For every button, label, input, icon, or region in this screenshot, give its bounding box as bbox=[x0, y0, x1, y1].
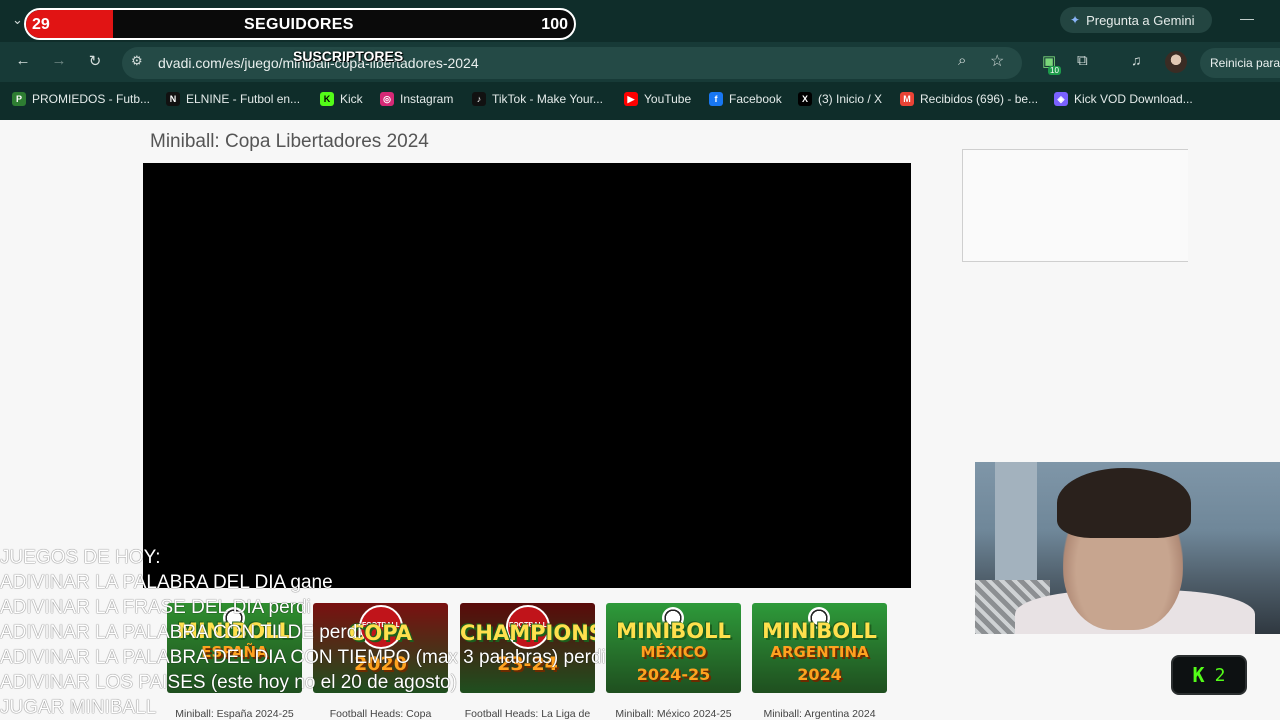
youtube-icon: ▶ bbox=[624, 92, 638, 106]
bookmark-instagram[interactable]: ◎ Instagram bbox=[380, 92, 453, 106]
media-control-icon[interactable]: ♫ bbox=[1131, 52, 1142, 68]
instagram-icon: ◎ bbox=[380, 92, 394, 106]
games-list-item: JUGAR MINIBALL bbox=[0, 697, 157, 718]
bookmark-label: (3) Inicio / X bbox=[818, 92, 883, 106]
profile-avatar[interactable] bbox=[1165, 51, 1187, 73]
bookmark-x[interactable]: X (3) Inicio / X bbox=[798, 92, 882, 106]
webcam-feed bbox=[975, 462, 1280, 634]
bookmark-label: Recibidos (696) - be... bbox=[920, 92, 1039, 106]
bookmark-label: PROMIEDOS - Futb... bbox=[32, 92, 151, 106]
bookmark-label: Kick bbox=[340, 92, 363, 106]
follower-goal-bar: 29 SEGUIDORES 100 bbox=[24, 8, 576, 40]
kick-logo-icon: K bbox=[1192, 663, 1205, 687]
tiktok-icon: ♪ bbox=[472, 92, 486, 106]
bookmark-kickvod[interactable]: ◈ Kick VOD Download... bbox=[1054, 92, 1193, 106]
facebook-icon: f bbox=[709, 92, 723, 106]
bookmark-label: Facebook bbox=[729, 92, 782, 106]
bookmark-label: Instagram bbox=[400, 92, 454, 106]
goal-current-count: 29 bbox=[32, 16, 50, 33]
bookmark-elnine[interactable]: N ELNINE - Futbol en... bbox=[166, 92, 300, 106]
x-icon: X bbox=[798, 92, 812, 106]
gemini-button[interactable]: ✦ Pregunta a Gemini bbox=[1060, 7, 1212, 33]
bookmark-tiktok[interactable]: ♪ TikTok - Make Your... bbox=[472, 92, 603, 106]
kick-icon: K bbox=[320, 92, 334, 106]
ad-placeholder bbox=[962, 149, 1188, 262]
site-settings-icon[interactable]: ⚙ bbox=[131, 53, 143, 69]
bookmark-label: TikTok - Make Your... bbox=[492, 92, 603, 106]
games-list-heading: JUEGOS DE HOY: bbox=[0, 547, 161, 568]
promiedos-icon: P bbox=[12, 92, 26, 106]
games-list-item: ADIVINAR LA FRASE DEL DIA perdi bbox=[0, 597, 311, 618]
minimize-window-icon[interactable]: — bbox=[1240, 10, 1254, 26]
bookmark-promiedos[interactable]: P PROMIEDOS - Futb... bbox=[12, 92, 150, 106]
games-today-list: JUEGOS DE HOY: ADIVINAR LA PALABRA DEL DI… bbox=[0, 545, 780, 720]
bookmark-facebook[interactable]: f Facebook bbox=[709, 92, 782, 106]
page-title: Miniball: Copa Libertadores 2024 bbox=[150, 131, 429, 152]
bookmark-youtube[interactable]: ▶ YouTube bbox=[624, 92, 691, 106]
reload-icon[interactable]: ↻ bbox=[85, 52, 105, 70]
goal-title: SEGUIDORES bbox=[244, 16, 354, 33]
back-arrow-icon[interactable]: ← bbox=[13, 52, 33, 69]
tab-search-chevron-icon[interactable]: ⌄ bbox=[12, 12, 23, 28]
gmail-icon: M bbox=[900, 92, 914, 106]
games-list-item: ADIVINAR LA PALABRA CON TILDE perdi bbox=[0, 622, 362, 643]
games-list-item: ADIVINAR LA PALABRA DEL DIA gane bbox=[0, 572, 333, 593]
games-list-item: ADIVINAR LA PALABRA DEL DIA CON TIEMPO (… bbox=[0, 647, 606, 668]
extension-badge: 10 bbox=[1048, 66, 1061, 75]
bookmark-label: YouTube bbox=[644, 92, 692, 106]
elnine-icon: N bbox=[166, 92, 180, 106]
gemini-sparkle-icon: ✦ bbox=[1070, 13, 1081, 27]
goal-subtitle: SUSCRIPTORES bbox=[293, 48, 404, 64]
goal-target-count: 100 bbox=[541, 16, 568, 33]
bookmark-gmail[interactable]: M Recibidos (696) - be... bbox=[900, 92, 1038, 106]
gemini-button-label: Pregunta a Gemini bbox=[1086, 12, 1195, 28]
bookmark-star-icon[interactable]: ☆ bbox=[990, 51, 1004, 71]
bookmark-kick[interactable]: K Kick bbox=[320, 92, 363, 106]
games-list-item: ADIVINAR LOS PAISES (este hoy no el 20 d… bbox=[0, 672, 457, 693]
search-icon[interactable]: ⌕ bbox=[958, 52, 966, 69]
restart-update-button[interactable]: Reinicia para bbox=[1200, 48, 1280, 78]
forward-arrow-icon[interactable]: → bbox=[49, 52, 69, 69]
kickvod-icon: ◈ bbox=[1054, 92, 1068, 106]
kick-viewer-count: 2 bbox=[1214, 664, 1226, 686]
game-canvas[interactable] bbox=[143, 163, 911, 588]
bookmark-label: ELNINE - Futbol en... bbox=[186, 92, 301, 106]
kick-viewer-widget: K 2 bbox=[1171, 655, 1247, 695]
bookmark-label: Kick VOD Download... bbox=[1074, 92, 1193, 106]
extensions-puzzle-icon[interactable]: ⧉ bbox=[1077, 52, 1088, 69]
